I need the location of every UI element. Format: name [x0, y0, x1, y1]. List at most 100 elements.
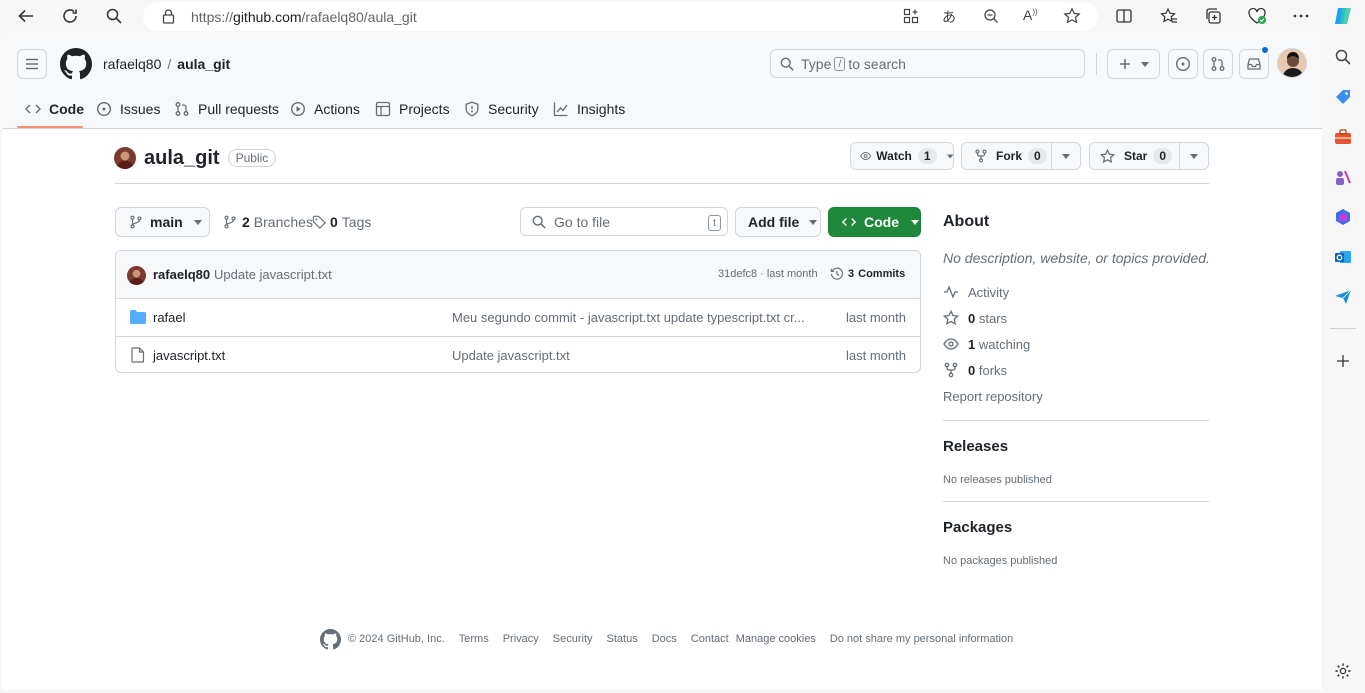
- file-name[interactable]: rafael: [153, 310, 186, 325]
- back-icon[interactable]: [14, 4, 38, 28]
- sidebar-settings-icon[interactable]: [1332, 660, 1354, 682]
- games-icon[interactable]: [1332, 166, 1354, 188]
- file-commit-message[interactable]: Meu segundo commit - javascript.txt upda…: [452, 310, 805, 325]
- search-icon[interactable]: [102, 4, 126, 28]
- branch-selector[interactable]: main: [115, 207, 210, 237]
- favorites-icon[interactable]: [1157, 4, 1181, 28]
- active-tab-indicator: [17, 126, 83, 128]
- address-bar[interactable]: https://github.com/rafaelq80/aula_git あ …: [143, 2, 1098, 31]
- add-file-button[interactable]: Add file: [735, 207, 821, 237]
- copilot-icon[interactable]: [1331, 4, 1355, 28]
- favorite-star-icon[interactable]: [1063, 7, 1081, 25]
- app-available-icon[interactable]: [903, 8, 919, 24]
- file-browser: rafaelq80 Update javascript.txt 31defc8 …: [115, 250, 921, 373]
- fork-button[interactable]: Fork 0: [961, 142, 1081, 170]
- go-to-file-shortcut: t: [708, 215, 721, 231]
- commit-author[interactable]: rafaelq80: [153, 267, 210, 282]
- footer-link-do-not-share[interactable]: Do not share my personal information: [830, 633, 1013, 645]
- search-prefix: Type: [801, 56, 832, 72]
- refresh-icon[interactable]: [58, 4, 82, 28]
- footer-link-terms[interactable]: Terms: [459, 633, 489, 645]
- footer-link-status[interactable]: Status: [607, 633, 638, 645]
- inbox-button[interactable]: [1239, 46, 1269, 79]
- packages-text: No packages published: [943, 555, 1058, 567]
- file-commit-message[interactable]: Update javascript.txt: [452, 348, 570, 363]
- code-button[interactable]: Code: [828, 207, 921, 237]
- address-url: https://github.com/rafaelq80/aula_git: [191, 9, 417, 25]
- zoom-out-icon[interactable]: [983, 8, 999, 24]
- breadcrumb-repo[interactable]: aula_git: [177, 56, 230, 72]
- go-to-file-input[interactable]: Go to file t: [520, 207, 728, 236]
- commit-hash[interactable]: 31defc8: [718, 268, 757, 280]
- tab-insights[interactable]: Insights: [553, 99, 625, 119]
- packages-title[interactable]: Packages: [943, 519, 1012, 536]
- tab-code[interactable]: Code: [25, 99, 84, 119]
- releases-title[interactable]: Releases: [943, 438, 1008, 455]
- browser-essentials-icon[interactable]: [1245, 4, 1269, 28]
- tab-pull-requests[interactable]: Pull requests: [174, 99, 279, 119]
- report-repository-link[interactable]: Report repository: [943, 389, 1043, 404]
- branches-link[interactable]: 2 Branches: [223, 214, 313, 230]
- chevron-down-icon: [1062, 154, 1070, 159]
- footer-link-contact[interactable]: Contact: [691, 633, 729, 645]
- chevron-down-icon: [911, 219, 919, 225]
- add-sidebar-app-icon[interactable]: [1332, 350, 1354, 372]
- file-row[interactable]: rafael Meu segundo commit - javascript.t…: [116, 299, 920, 336]
- file-row[interactable]: javascript.txt Update javascript.txt las…: [116, 336, 920, 372]
- sidebar-search-icon[interactable]: [1332, 46, 1354, 68]
- commit-author-avatar[interactable]: [127, 266, 146, 285]
- shopping-tag-icon[interactable]: [1332, 86, 1354, 108]
- read-aloud-icon[interactable]: A)): [1023, 7, 1038, 23]
- footer-link-privacy[interactable]: Privacy: [503, 633, 539, 645]
- url-host: github.com: [233, 9, 302, 25]
- create-new-button[interactable]: [1107, 49, 1160, 79]
- split-screen-icon[interactable]: [1112, 4, 1136, 28]
- translate-icon[interactable]: あ: [942, 7, 956, 27]
- forks-link[interactable]: 0 forks: [943, 362, 1007, 378]
- star-button[interactable]: Star 0: [1089, 142, 1209, 170]
- commits-link[interactable]: 3 Commits: [830, 267, 905, 281]
- stars-link[interactable]: 0 stars: [943, 310, 1007, 326]
- issues-button[interactable]: [1168, 49, 1198, 79]
- github-logo-icon[interactable]: [60, 48, 92, 80]
- footer-link-docs[interactable]: Docs: [652, 633, 677, 645]
- file-name[interactable]: javascript.txt: [153, 348, 225, 363]
- search-input[interactable]: Type / to search: [770, 49, 1085, 78]
- footer-link-manage-cookies[interactable]: Manage cookies: [736, 633, 816, 645]
- tab-actions[interactable]: Actions: [290, 99, 360, 119]
- owner-avatar[interactable]: [114, 147, 136, 169]
- tags-link[interactable]: 0 Tags: [312, 214, 371, 230]
- send-icon[interactable]: [1332, 286, 1354, 308]
- lock-icon[interactable]: [162, 9, 175, 24]
- commit-time: last month: [766, 268, 818, 280]
- breadcrumb: rafaelq80 / aula_git: [103, 56, 230, 72]
- collections-icon[interactable]: [1201, 4, 1225, 28]
- more-options-icon[interactable]: [1289, 4, 1313, 28]
- plus-icon: [1119, 59, 1130, 69]
- tab-security[interactable]: Security: [464, 99, 539, 119]
- tools-briefcase-icon[interactable]: [1332, 126, 1354, 148]
- search-suffix: to search: [848, 56, 906, 72]
- tab-projects[interactable]: Projects: [375, 99, 450, 119]
- microsoft-365-icon[interactable]: [1332, 206, 1354, 228]
- repo-name[interactable]: aula_git: [144, 147, 220, 170]
- activity-link[interactable]: Activity: [943, 284, 1009, 300]
- breadcrumb-owner[interactable]: rafaelq80: [103, 56, 161, 72]
- github-logo-icon[interactable]: [320, 628, 341, 650]
- footer-link-security[interactable]: Security: [553, 633, 593, 645]
- header-divider: [1096, 53, 1097, 75]
- commits-label: Commits: [858, 268, 906, 280]
- fork-icon: [944, 362, 958, 378]
- watching-count: 1: [968, 336, 976, 352]
- watching-link[interactable]: 1 watching: [943, 336, 1030, 352]
- star-icon: [943, 310, 959, 326]
- tab-issues[interactable]: Issues: [96, 99, 160, 119]
- watch-button[interactable]: Watch 1: [850, 142, 954, 170]
- pull-requests-button[interactable]: [1203, 49, 1233, 79]
- outlook-icon[interactable]: [1332, 246, 1354, 268]
- commit-message[interactable]: Update javascript.txt: [214, 267, 332, 282]
- footer: © 2024 GitHub, Inc. Terms Privacy Securi…: [320, 628, 1013, 650]
- user-avatar[interactable]: [1277, 48, 1307, 78]
- branches-count: 2: [242, 214, 250, 230]
- menu-button[interactable]: [17, 49, 47, 79]
